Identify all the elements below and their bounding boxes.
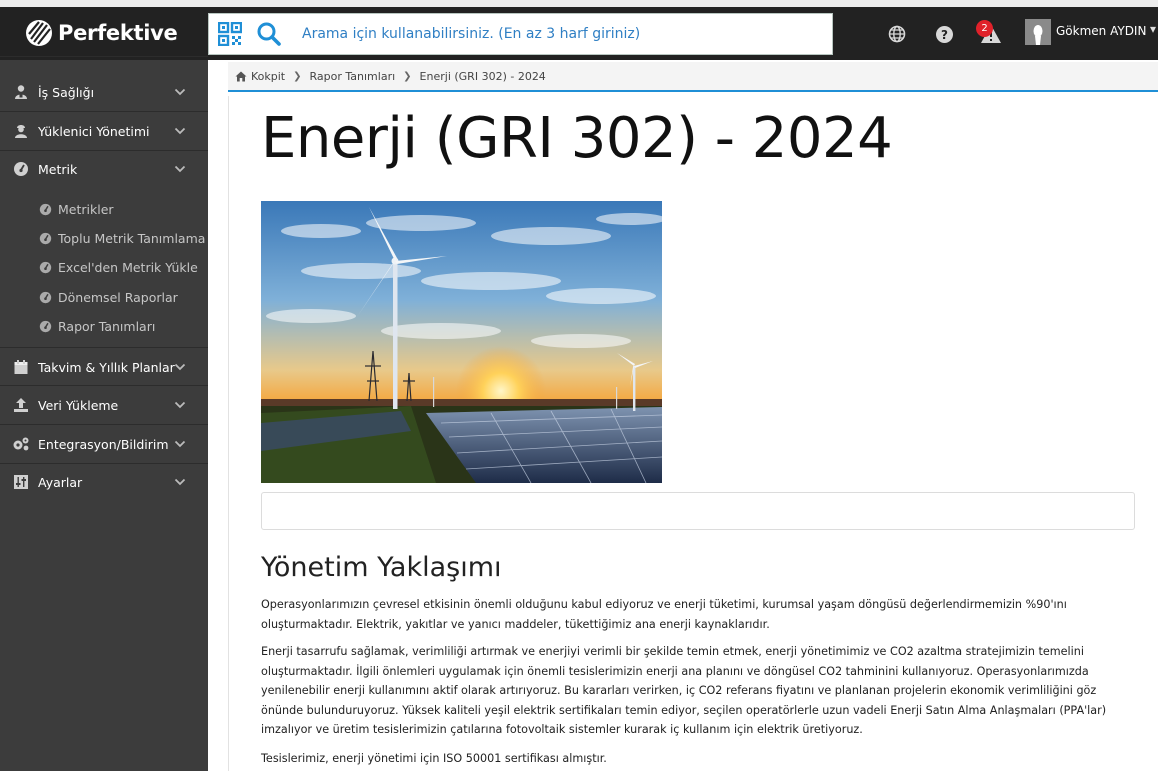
- sidebar-item-yuklenici-yonetimi[interactable]: Yüklenici Yönetimi: [0, 112, 208, 150]
- gauge-icon: [38, 231, 52, 245]
- sidebar-subitem-label: Toplu Metrik Tanımlama: [58, 230, 206, 246]
- svg-text:?: ?: [941, 28, 948, 42]
- gauge-icon: [38, 319, 52, 333]
- sidebar-item-is-sagligi[interactable]: İş Sağlığı: [0, 73, 208, 111]
- sidebar-subitem-label: Rapor Tanımları: [58, 318, 156, 334]
- user-silhouette-icon: [1033, 25, 1043, 45]
- page-title: Enerji (GRI 302) - 2024: [261, 106, 893, 171]
- sidebar: İş Sağlığı Yüklenici Yönetimi Metrik Met…: [0, 56, 208, 771]
- sidebar-item-ayarlar[interactable]: Ayarlar: [0, 463, 208, 501]
- sidebar-item-label: Yüklenici Yönetimi: [38, 123, 150, 139]
- sidebar-item-takvim[interactable]: Takvim & Yıllık Planlar: [0, 348, 208, 386]
- help-button[interactable]: ?: [933, 23, 955, 45]
- globe-icon: [888, 25, 906, 43]
- language-button[interactable]: [886, 23, 908, 45]
- chevron-down-icon: [174, 478, 186, 486]
- sliders-icon: [12, 473, 30, 491]
- user-avatar[interactable]: [1025, 19, 1051, 45]
- breadcrumb: Kokpit ❯ Rapor Tanımları ❯ Enerji (GRI 3…: [228, 62, 1158, 92]
- chevron-right-icon: ❯: [403, 70, 412, 82]
- main-content: Enerji (GRI 302) - 2024 Yönetim Yaklaşım…: [228, 96, 1158, 771]
- energy-hero-image: [261, 201, 662, 483]
- sidebar-subitem-rapor-tanimlari[interactable]: Rapor Tanımları: [0, 312, 208, 340]
- sidebar-item-label: Veri Yükleme: [38, 397, 119, 413]
- user-name[interactable]: Gökmen AYDIN: [1056, 24, 1146, 38]
- chevron-down-icon[interactable]: ▾: [1150, 22, 1156, 36]
- chevron-down-icon: [174, 401, 186, 409]
- sidebar-item-label: Ayarlar: [38, 474, 83, 490]
- perfektive-logo-mark: [26, 20, 52, 46]
- paragraph: Operasyonlarımızın çevresel etkisinin ön…: [261, 598, 1067, 631]
- calendar-icon: [12, 358, 30, 376]
- paragraph: Enerji tasarrufu sağlamak, verimliliği a…: [261, 645, 1107, 736]
- cogs-icon: [12, 435, 30, 453]
- contractor-icon: [12, 122, 30, 140]
- chevron-down-icon: [174, 165, 186, 173]
- sidebar-item-entegrasyon[interactable]: Entegrasyon/Bildirim: [0, 425, 208, 463]
- search-button[interactable]: [251, 14, 287, 54]
- sidebar-item-label: İş Sağlığı: [38, 84, 95, 100]
- qr-code-icon: [218, 22, 242, 46]
- brand-name: Perfektive: [58, 21, 178, 45]
- sidebar-subitem-label: Excel'den Metrik Yükle: [58, 259, 198, 275]
- breadcrumb-item-kokpit[interactable]: Kokpit: [251, 70, 285, 83]
- window-top-strip: [0, 0, 1158, 7]
- breadcrumb-item-current: Enerji (GRI 302) - 2024: [419, 69, 546, 83]
- search-icon: [257, 22, 281, 46]
- sidebar-subitem-label: Metrikler: [58, 201, 114, 217]
- sidebar-item-label: Entegrasyon/Bildirim: [38, 436, 169, 452]
- qr-code-button[interactable]: [209, 14, 251, 54]
- sidebar-item-veri-yukleme[interactable]: Veri Yükleme: [0, 386, 208, 424]
- chevron-down-icon: [174, 127, 186, 135]
- gauge-icon: [38, 202, 52, 216]
- chevron-down-icon: [174, 88, 186, 96]
- brand-logo[interactable]: Perfektive: [25, 16, 178, 50]
- sidebar-subitem-toplu-metrik-tanimlama[interactable]: Toplu Metrik Tanımlama: [0, 224, 208, 252]
- chevron-down-icon: [174, 363, 186, 371]
- sidebar-subitem-label: Dönemsel Raporlar: [58, 289, 178, 305]
- sidebar-subitem-metrikler[interactable]: Metrikler: [0, 195, 208, 223]
- sidebar-item-label: Takvim & Yıllık Planlar: [38, 359, 175, 375]
- gauge-icon: [12, 160, 30, 178]
- breadcrumb-item-rapor-tanimlari[interactable]: Rapor Tanımları: [310, 70, 396, 83]
- chevron-right-icon: ❯: [293, 70, 302, 82]
- help-icon: ?: [935, 25, 953, 43]
- sidebar-subitem-excel-metrik-yukle[interactable]: Excel'den Metrik Yükle: [0, 253, 208, 281]
- sidebar-divider: [0, 56, 208, 57]
- paragraph: Tesislerimiz, enerji yönetimi için ISO 5…: [261, 752, 607, 765]
- gauge-icon: [38, 290, 52, 304]
- search-bar: [208, 13, 833, 55]
- search-input[interactable]: [287, 15, 832, 53]
- alert-count-badge: 2: [976, 20, 993, 37]
- section-title: Yönetim Yaklaşımı: [261, 552, 502, 583]
- chevron-down-icon: [174, 440, 186, 448]
- upload-icon: [12, 396, 30, 414]
- health-worker-icon: [12, 83, 30, 101]
- empty-content-box: [261, 492, 1135, 530]
- sidebar-item-label: Metrik: [38, 161, 78, 177]
- gauge-icon: [38, 260, 52, 274]
- top-navbar: Perfektive Arama için kullanabilirsiniz.…: [0, 7, 1158, 60]
- sidebar-subitem-donemsel-raporlar[interactable]: Dönemsel Raporlar: [0, 283, 208, 311]
- home-icon: [235, 71, 247, 81]
- wind-solar-illustration: [261, 201, 662, 483]
- sidebar-item-metrik[interactable]: Metrik: [0, 150, 208, 188]
